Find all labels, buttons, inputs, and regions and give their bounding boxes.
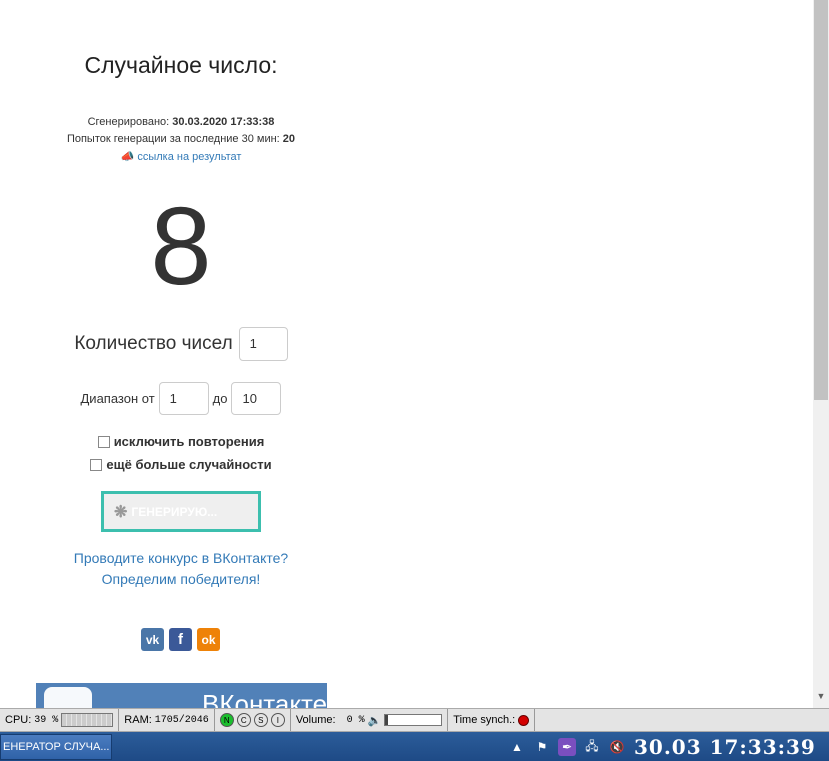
taskbar: ЕНЕРАТОР СЛУЧА... ▲ ⚑ ✒ 🖧 🔇 30.03 17:33:… bbox=[0, 732, 829, 761]
random-number: 8 bbox=[150, 185, 212, 308]
count-input[interactable]: 1 bbox=[238, 327, 288, 361]
vk-contest-link[interactable]: Проводите конкурс в ВКонтакте? Определим… bbox=[0, 548, 362, 590]
result-link[interactable]: 📣 ссылка на результат bbox=[0, 150, 362, 163]
vk-banner-text: ВКонтакте bbox=[202, 689, 327, 708]
volume-label: Volume: bbox=[295, 714, 336, 726]
indicator-i[interactable]: I bbox=[270, 713, 285, 727]
social-buttons: vk f ok bbox=[141, 628, 220, 651]
time-synch-segment: Time synch.: bbox=[448, 709, 536, 731]
indicator-n[interactable]: N bbox=[219, 713, 234, 727]
facebook-share-icon[interactable]: f bbox=[169, 628, 192, 651]
scrollbar-thumb[interactable] bbox=[814, 0, 828, 400]
action-center-flag-icon[interactable]: ⚑ bbox=[533, 738, 551, 756]
vk-contest-line2: Определим победителя! bbox=[101, 571, 261, 587]
feather-app-icon[interactable]: ✒ bbox=[558, 738, 576, 756]
taskbar-clock[interactable]: 30.03 17:33:39 bbox=[634, 734, 816, 760]
indicator-s[interactable]: S bbox=[253, 713, 268, 727]
time-synch-label: Time synch.: bbox=[453, 714, 516, 726]
result-link-label: ссылка на результат bbox=[137, 151, 242, 163]
ram-label: RAM: bbox=[124, 714, 152, 726]
taskbar-window-item[interactable]: ЕНЕРАТОР СЛУЧА... bbox=[0, 734, 112, 760]
cpu-label: CPU: bbox=[5, 714, 32, 726]
cpu-value: 39 % bbox=[34, 714, 59, 726]
indicator-segment: N C S I bbox=[215, 709, 291, 731]
spinner-icon: ❋ bbox=[114, 503, 128, 521]
megaphone-icon: 📣 bbox=[120, 151, 135, 163]
generate-button[interactable]: ❋ ГЕНЕРИРУЮ... bbox=[101, 491, 261, 532]
range-from-label: Диапазон от bbox=[80, 390, 155, 406]
generate-button-label: ГЕНЕРИРУЮ... bbox=[131, 504, 218, 519]
page-title: Случайное число: bbox=[84, 52, 278, 78]
count-label: Количество чисел bbox=[74, 333, 233, 354]
exclude-repeats-checkbox[interactable] bbox=[97, 435, 110, 448]
system-tray: ▲ ⚑ ✒ 🖧 🔇 bbox=[508, 734, 626, 760]
show-hidden-icons-icon[interactable]: ▲ bbox=[508, 738, 526, 756]
vk-banner[interactable]: ВКонтакте bbox=[36, 683, 327, 708]
exclude-repeats-label[interactable]: исключить повторения bbox=[114, 434, 265, 449]
more-random-row: ещё больше случайности bbox=[0, 457, 362, 472]
cpu-graph bbox=[61, 713, 114, 727]
volume-segment: Volume: 0 % 🔈 bbox=[291, 709, 449, 731]
network-icon[interactable]: 🖧 bbox=[583, 738, 601, 756]
generated-label: Сгенерировано: bbox=[87, 116, 170, 128]
range-to-label: до bbox=[212, 390, 228, 406]
system-monitor-bar: CPU: 39 % RAM: 1705/2046 N C S I Volume:… bbox=[0, 708, 829, 732]
attempts-value: 20 bbox=[282, 133, 296, 145]
more-random-checkbox[interactable] bbox=[90, 458, 103, 471]
browser-page: Случайное число: Сгенерировано: 30.03.20… bbox=[0, 0, 813, 708]
volume-muted-icon[interactable]: 🔇 bbox=[608, 738, 626, 756]
speaker-icon[interactable]: 🔈 bbox=[368, 714, 382, 727]
generated-value: 30.03.2020 17:33:38 bbox=[172, 116, 275, 128]
ram-segment: RAM: 1705/2046 bbox=[119, 709, 215, 731]
range-from-input[interactable]: 1 bbox=[158, 381, 209, 415]
vertical-scrollbar[interactable]: ▼ bbox=[813, 0, 829, 708]
range-row: Диапазон от 1 до 10 bbox=[0, 381, 362, 415]
exclude-repeats-row: исключить повторения bbox=[0, 434, 362, 449]
generated-info: Сгенерировано: 30.03.2020 17:33:38 bbox=[0, 116, 362, 128]
attempts-label: Попыток генерации за последние 30 мин: bbox=[66, 133, 280, 145]
count-row: Количество чисел 1 bbox=[0, 327, 362, 361]
indicator-c[interactable]: C bbox=[236, 713, 251, 727]
more-random-label[interactable]: ещё больше случайности bbox=[106, 457, 271, 472]
cpu-segment: CPU: 39 % bbox=[0, 709, 120, 731]
odnoklassniki-share-icon[interactable]: ok bbox=[197, 628, 220, 651]
ram-value: 1705/2046 bbox=[154, 714, 209, 726]
time-synch-status-icon[interactable] bbox=[518, 714, 530, 726]
vk-share-icon[interactable]: vk bbox=[141, 628, 164, 651]
volume-value: 0 % bbox=[346, 714, 365, 726]
vk-logo-icon bbox=[44, 687, 92, 708]
vk-contest-line1: Проводите конкурс в ВКонтакте? bbox=[73, 550, 289, 566]
scroll-down-icon[interactable]: ▼ bbox=[813, 688, 829, 704]
range-to-input[interactable]: 10 bbox=[231, 381, 282, 415]
volume-slider[interactable] bbox=[384, 714, 443, 726]
attempts-info: Попыток генерации за последние 30 мин: 2… bbox=[0, 133, 362, 145]
